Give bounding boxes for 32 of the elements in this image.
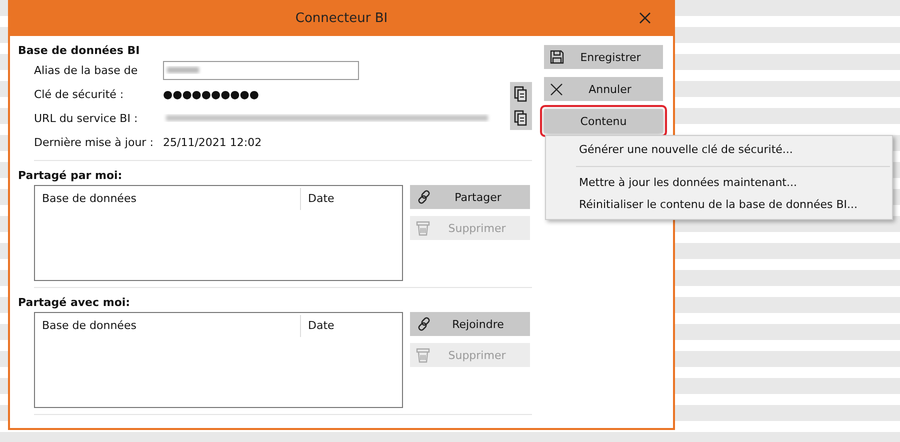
save-icon <box>550 50 564 64</box>
section-heading: Partagé par moi: <box>18 169 124 183</box>
field-label: Clé de sécurité : <box>34 88 125 100</box>
field-value: ●●●●●●●●●● <box>163 88 259 100</box>
field-label: Dernière mise à jour : <box>34 136 154 148</box>
alias-input-field[interactable] <box>163 60 359 80</box>
copy-button[interactable] <box>510 106 532 130</box>
field-label: URL du service BI : <box>34 112 139 124</box>
menu-item[interactable]: Générer une nouvelle clé de sécurité... <box>546 139 892 161</box>
section-heading: Base de données BI <box>18 44 141 58</box>
action-button[interactable]: Partager <box>410 185 530 209</box>
column-header[interactable]: Date <box>301 315 402 337</box>
menu-item[interactable]: Réinitialiser le contenu de la base de données BI... <box>546 194 892 216</box>
action-button[interactable]: Annuler <box>544 77 663 101</box>
column-header[interactable]: Base de données <box>35 188 301 210</box>
section-heading: Partagé avec moi: <box>18 296 132 310</box>
close-icon[interactable] <box>639 12 651 24</box>
action-button[interactable]: Contenu <box>544 109 663 133</box>
copy-button[interactable] <box>510 82 532 106</box>
action-button[interactable]: Enregistrer <box>544 45 663 69</box>
window-title: Connecteur BI <box>295 10 388 26</box>
link-icon <box>416 189 432 205</box>
field-value: 25/11/2021 12:02 <box>163 136 262 148</box>
close-icon <box>550 82 563 96</box>
trash-icon <box>416 347 430 363</box>
trash-icon <box>416 220 430 236</box>
field-label: Alias de la base de <box>34 64 139 76</box>
link-icon <box>416 316 432 332</box>
column-header[interactable]: Date <box>301 188 402 210</box>
action-button[interactable]: Rejoindre <box>410 312 530 336</box>
menu-item[interactable]: Mettre à jour les données maintenant... <box>546 172 892 194</box>
column-header[interactable]: Base de données <box>35 315 301 337</box>
